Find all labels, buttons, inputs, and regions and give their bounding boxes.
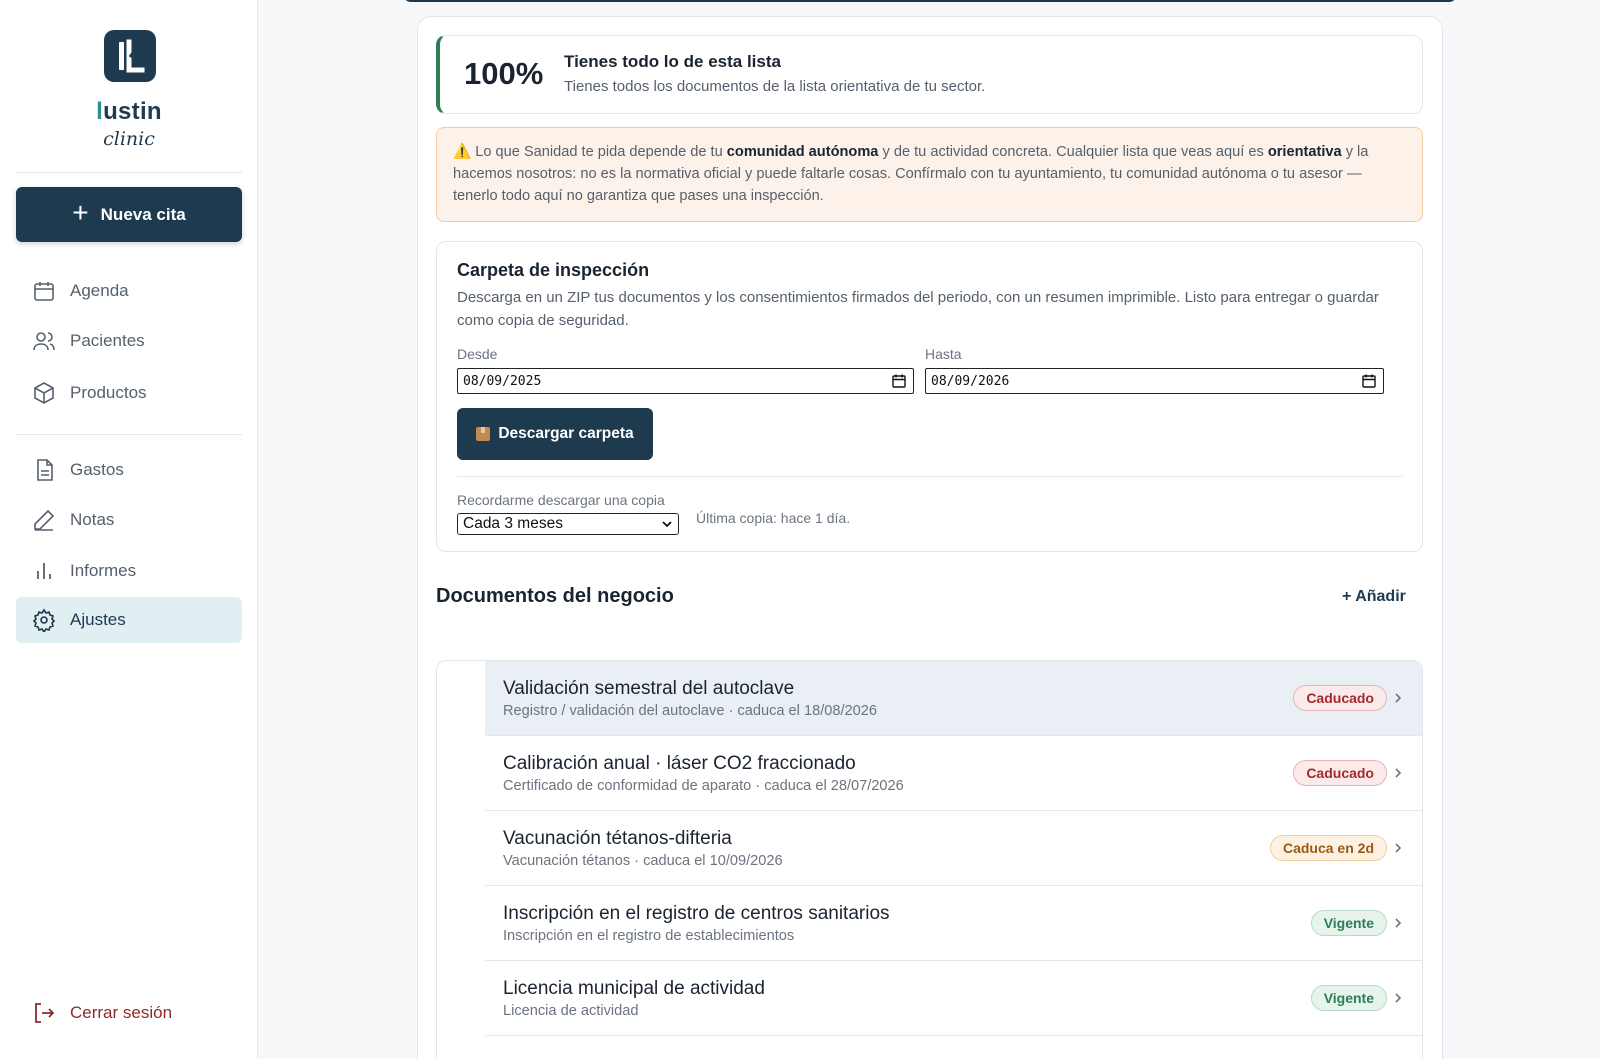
warning-bold-2: orientativa [1267,144,1342,160]
to-label: Hasta [925,346,962,362]
chevron-right-icon [1395,993,1402,1003]
regional-warning: ⚠️ Lo que Sanidad te pida depende de tu … [436,127,1423,222]
sidebar-item-notas[interactable]: Notas [16,497,242,543]
sidebar-item-label: Productos [70,383,147,402]
add-document-button[interactable]: + Añadir [1342,588,1406,606]
download-folder-button[interactable]: Descargar carpeta [457,408,653,460]
document-name: Licencia municipal de actividad [503,978,765,999]
document-meta: Vacunación tétanos · caduca el 10/09/202… [503,853,783,869]
progress-percent: 100% [464,56,544,91]
sidebar-item-agenda[interactable]: Agenda [16,268,242,314]
document-name: Calibración anual · láser CO2 fraccionad… [503,753,856,774]
remind-frequency-value: Cada 3 meses [463,515,563,532]
document-row[interactable]: Licencia municipal de actividad Licencia… [485,961,1422,1036]
inspection-folder-card: Carpeta de inspección Descarga en un ZIP… [436,241,1423,552]
sidebar-item-label: Notas [70,510,115,529]
from-date-value: 08/09/2025 [463,373,542,389]
logout-label: Cerrar sesión [70,1003,173,1022]
remind-label: Recordarme descargar una copia [457,492,665,508]
sidebar-item-label: Informes [70,561,137,580]
progress-subtitle: Tienes todos los documentos de la lista … [564,78,986,95]
sidebar-item-ajustes[interactable]: Ajustes [16,597,242,643]
documents-list: Validación semestral del autoclave Regis… [436,660,1423,1059]
logout-icon [35,1003,55,1023]
sidebar-divider [16,172,242,173]
document-meta: Inscripción en el registro de establecim… [503,928,795,944]
sidebar-item-productos[interactable]: Productos [16,370,242,416]
document-row[interactable]: Validación semestral del autoclave Regis… [485,661,1422,736]
new-appointment-label: Nueva cita [100,204,186,224]
from-label: Desde [457,346,498,362]
remind-frequency-select[interactable]: Cada 3 meses [457,513,679,535]
warning-text-1: Lo que Sanidad te pida depende de tu [471,144,727,160]
warning-icon: ⚠️ [453,144,472,160]
document-meta: Registro / validación del autoclave · ca… [503,703,878,719]
calendar-icon[interactable] [891,373,907,389]
from-date-input[interactable]: 08/09/2025 [457,368,914,394]
warning-bold-1: comunidad autónoma [726,144,879,160]
sidebar-item-gastos[interactable]: Gastos [16,447,242,493]
warning-text-2: y de tu actividad concreta. Cualquier li… [878,144,1268,160]
status-badge: Vigente [1310,985,1387,1011]
brand-rest: ustin [103,98,162,125]
to-date-input[interactable]: 08/09/2026 [925,368,1384,394]
status-badge: Vigente [1310,910,1387,936]
document-meta: Licencia de actividad [503,1003,639,1019]
users-icon [33,332,55,351]
previous-section-edge [403,0,1457,2]
document-row[interactable]: Inscripción en el registro de centros sa… [485,886,1422,961]
logout-button[interactable]: Cerrar sesión [16,990,242,1036]
sidebar-item-label: Agenda [70,281,129,300]
folder-divider [457,476,1403,477]
document-row[interactable]: Calibración anual · láser CO2 fraccionad… [485,736,1422,811]
calendar-icon [34,282,54,301]
sidebar-item-pacientes[interactable]: Pacientes [16,318,242,364]
progress-title: Tienes todo lo de esta lista [564,52,781,71]
sidebar-item-informes[interactable]: Informes [16,548,242,594]
to-date-value: 08/09/2026 [931,373,1010,389]
chevron-right-icon [1395,843,1402,853]
document-name: Inscripción en el registro de centros sa… [503,903,890,924]
package-icon [476,427,491,441]
document-name: Validación semestral del autoclave [503,678,795,699]
bar-chart-icon [37,563,51,579]
status-badge: Caduca en 2d [1269,835,1387,861]
app-logo-icon[interactable] [104,30,156,82]
document-row[interactable]: Vacunación tétanos-difteria Vacunación t… [485,811,1422,886]
box-icon [34,382,54,404]
document-meta: Certificado de conformidad de aparato · … [503,778,904,794]
sidebar-item-label: Pacientes [70,331,145,350]
new-appointment-button[interactable]: + Nueva cita [16,187,242,242]
download-folder-label: Descargar carpeta [498,425,634,442]
chevron-right-icon [1395,918,1402,928]
chevron-right-icon [1395,693,1402,703]
documents-title: Documentos del negocio [436,585,674,607]
status-badge: Caducado [1293,685,1387,711]
folder-description: Descarga en un ZIP tus documentos y los … [457,289,1379,329]
pencil-icon [34,509,55,531]
gear-icon [32,608,56,632]
folder-title: Carpeta de inspección [457,260,650,280]
plus-icon: + [72,197,89,228]
document-icon [37,459,53,481]
chevron-right-icon [1395,768,1402,778]
sidebar-divider [16,434,242,435]
sidebar-item-label: Gastos [70,460,124,479]
last-copy-text: Última copia: hace 1 día. [696,510,851,526]
checklist-progress-card: 100% Tienes todo lo de esta lista Tienes… [436,35,1423,114]
sidebar-item-label: Ajustes [70,610,126,629]
brand-subtitle: clinic [103,128,155,150]
chevron-down-icon [662,521,672,528]
status-badge: Caducado [1293,760,1387,786]
calendar-icon[interactable] [1361,373,1377,389]
sidebar: lustin clinic + Nueva cita Agenda Pacien… [0,0,258,1059]
document-name: Vacunación tétanos-difteria [503,828,732,849]
brand-name: lustin [0,98,258,126]
